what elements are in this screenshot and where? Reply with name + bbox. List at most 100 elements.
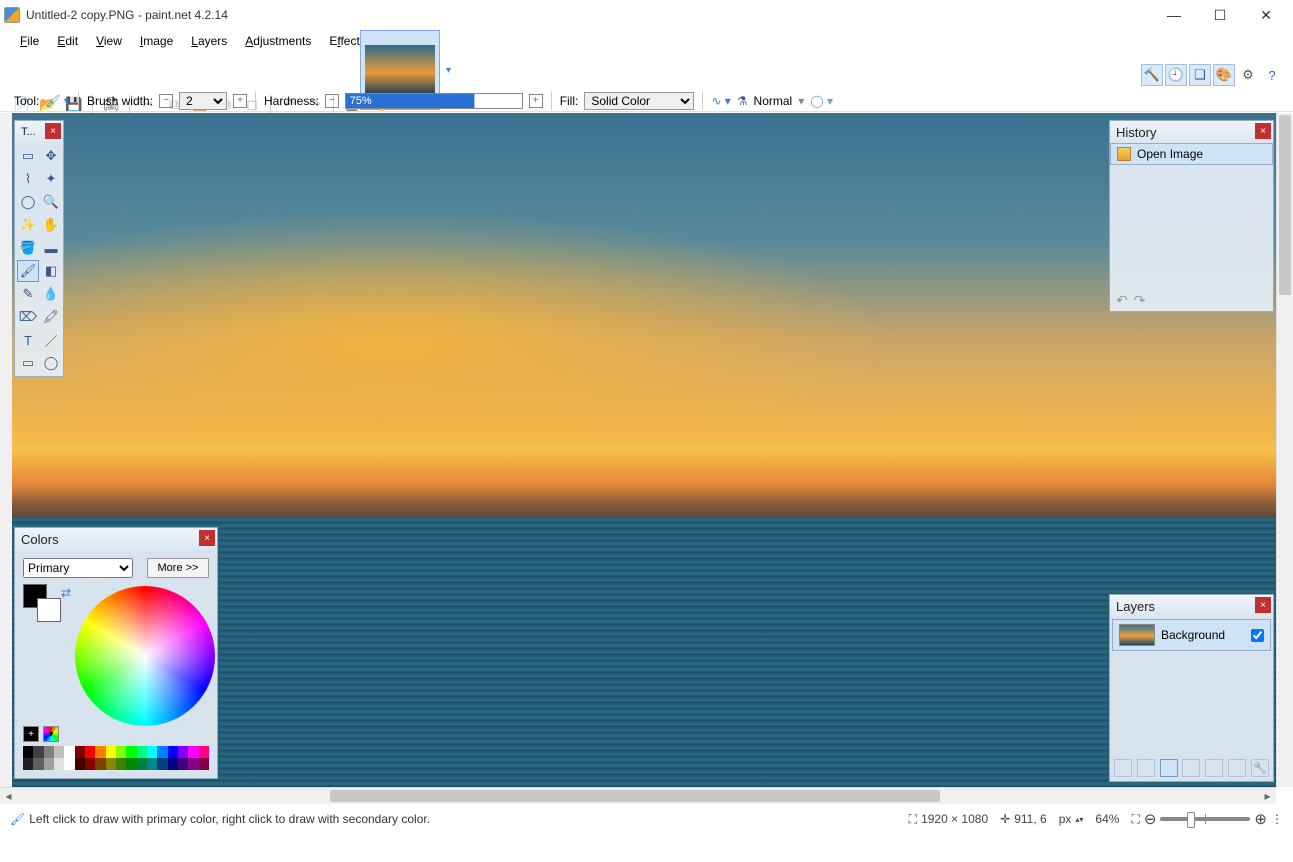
palette-swatch[interactable] [106,758,116,770]
menu-edit[interactable]: Edit [49,32,86,50]
history-undo-icon[interactable]: ↶ [1116,292,1128,309]
hardness-slider[interactable]: 75% [345,93,523,109]
palette-swatch[interactable] [147,746,157,758]
palette-swatch[interactable] [199,746,209,758]
zoom-in-icon[interactable]: ⊕ [1254,810,1267,828]
move-down-icon[interactable] [1228,759,1246,777]
swap-colors-icon[interactable]: ⇄ [61,586,71,600]
palette-swatch[interactable] [23,746,33,758]
brush-width-decrease[interactable]: − [159,94,173,108]
tool-color-picker[interactable]: 💧 [40,283,62,305]
zoom-out-icon[interactable]: ⊖ [1144,810,1157,828]
tool-move-selection[interactable]: ✦ [40,168,62,190]
menu-view[interactable]: View [88,32,130,50]
colors-panel-close[interactable]: × [199,530,215,546]
tool-pencil[interactable]: ✎ [17,283,39,305]
help-icon[interactable]: ? [1261,64,1283,86]
fit-window-icon[interactable]: ⛶ [1131,812,1139,827]
menu-layers[interactable]: Layers [183,32,235,50]
menu-adjustments[interactable]: Adjustments [237,32,319,50]
tool-gradient[interactable]: ▬ [40,237,62,259]
palette-swatch[interactable] [95,746,105,758]
color-selector[interactable]: Primary [23,558,133,578]
horizontal-scrollbar[interactable]: ◂ ▸ [0,787,1276,804]
merge-down-icon[interactable] [1182,759,1200,777]
history-panel-close[interactable]: × [1255,123,1271,139]
layer-row[interactable]: Background [1112,619,1271,651]
history-item[interactable]: Open Image [1110,143,1273,165]
history-redo-icon[interactable]: ↷ [1134,292,1146,309]
actual-size-icon[interactable]: ⋮ [1271,812,1283,826]
hardness-decrease[interactable]: − [325,94,339,108]
palette-swatch[interactable] [64,758,74,770]
settings-icon[interactable]: ⚙ [1237,64,1259,86]
tool-rectangle-shape[interactable]: ▭ [17,352,39,374]
tool-text[interactable]: T [17,329,39,351]
secondary-color-swatch[interactable] [37,598,61,622]
palette-swatch[interactable] [64,746,74,758]
palette-swatch[interactable] [188,746,198,758]
history-window-icon[interactable]: 🕘 [1165,64,1187,86]
colors-window-icon[interactable]: 🎨 [1213,64,1235,86]
layers-window-icon[interactable]: ❏ [1189,64,1211,86]
tool-line[interactable]: ／ [40,329,62,351]
palette-swatch[interactable] [157,746,167,758]
hardness-increase[interactable]: + [529,94,543,108]
palette-swatch[interactable] [95,758,105,770]
delete-layer-icon[interactable] [1137,759,1155,777]
palette-swatch[interactable] [75,758,85,770]
palette-swatch[interactable] [44,758,54,770]
thumbnail-dropdown-icon[interactable]: ▾ [446,65,451,76]
layer-properties-icon[interactable]: 🔧 [1251,759,1269,777]
brush-width-input[interactable]: 2 [179,92,227,110]
palette-swatch[interactable] [168,758,178,770]
tool-lasso-select[interactable]: ⌇ [17,168,39,190]
color-palette[interactable] [23,746,209,770]
tool-eraser[interactable]: ◧ [40,260,62,282]
palette-swatch[interactable] [54,746,64,758]
palette-swatch[interactable] [178,758,188,770]
scroll-left-icon[interactable]: ◂ [0,788,17,804]
tools-panel-close[interactable]: × [45,123,61,139]
minimize-button[interactable]: — [1151,0,1197,30]
tool-ellipse-select[interactable]: ◯ [17,191,39,213]
tool-clone-stamp[interactable]: ⌦ [17,306,39,328]
palette-swatch[interactable] [188,758,198,770]
fill-select[interactable]: Solid Color [584,92,694,110]
palette-swatch[interactable] [54,758,64,770]
palette-swatch[interactable] [33,746,43,758]
tool-paint-bucket[interactable]: 🪣 [17,237,39,259]
palette-options-icon[interactable]: ▾ [43,726,59,742]
tool-rectangle-select[interactable]: ▭ [17,145,39,167]
selection-mode-icon[interactable]: ◯ ▾ [810,94,833,108]
tools-window-icon[interactable]: 🔨 [1141,64,1163,86]
layers-panel-close[interactable]: × [1255,597,1271,613]
tool-magic-wand[interactable]: ✨ [17,214,39,236]
palette-swatch[interactable] [147,758,157,770]
palette-swatch[interactable] [168,746,178,758]
close-button[interactable]: ✕ [1243,0,1289,30]
palette-swatch[interactable] [116,758,126,770]
more-button[interactable]: More >> [147,558,209,578]
vertical-scrollbar[interactable] [1276,113,1293,787]
palette-swatch[interactable] [85,758,95,770]
palette-swatch[interactable] [137,758,147,770]
palette-swatch[interactable] [137,746,147,758]
paintbrush-icon[interactable]: 🖌 ▾ [45,94,70,108]
palette-swatch[interactable] [75,746,85,758]
tool-recolor[interactable]: 🖍 [40,306,62,328]
zoom-level[interactable]: 64% [1095,812,1119,826]
palette-swatch[interactable] [157,758,167,770]
zoom-slider[interactable] [1160,817,1250,821]
palette-swatch[interactable] [33,758,43,770]
unit-selector[interactable]: px▴▾ [1059,812,1084,826]
brush-width-increase[interactable]: + [233,94,247,108]
palette-swatch[interactable] [126,746,136,758]
blend-icon[interactable]: ⚗ [737,94,748,108]
layer-visible-checkbox[interactable] [1251,629,1264,642]
menu-image[interactable]: Image [132,32,181,50]
palette-swatch[interactable] [126,758,136,770]
palette-swatch[interactable] [199,758,209,770]
antialias-icon[interactable]: ∿ ▾ [711,94,730,108]
palette-swatch[interactable] [23,758,33,770]
